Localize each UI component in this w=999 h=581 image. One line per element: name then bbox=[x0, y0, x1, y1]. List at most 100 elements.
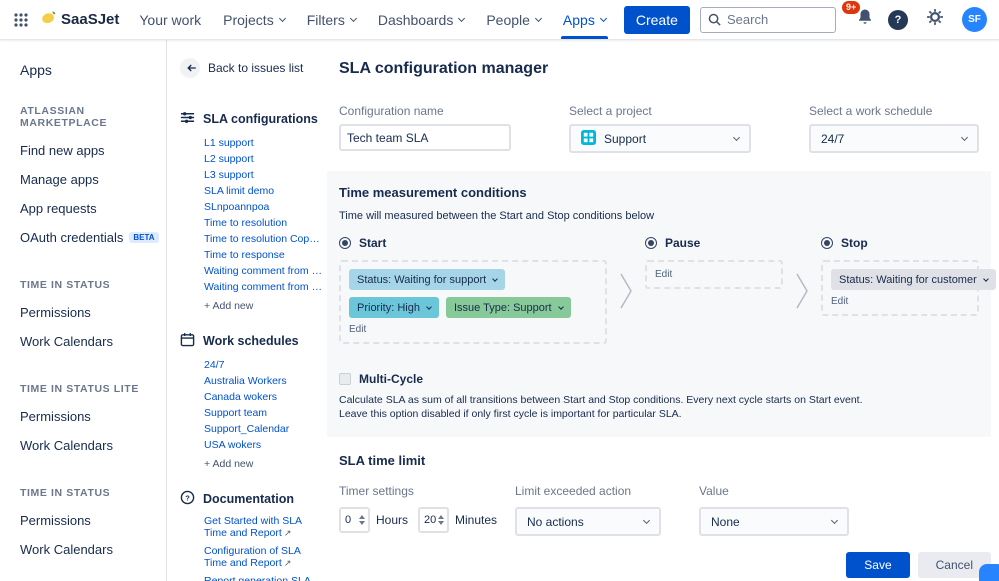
stop-edit-link[interactable]: Edit bbox=[831, 296, 969, 307]
conditions-title: Time measurement conditions bbox=[339, 185, 979, 200]
chevron-down-icon bbox=[733, 133, 740, 140]
sla-config-link[interactable]: L1 support bbox=[204, 135, 324, 151]
nav-people[interactable]: People bbox=[486, 0, 541, 39]
chevron-down-icon bbox=[350, 14, 357, 21]
add-new-work-schedule[interactable]: + Add new bbox=[204, 456, 327, 472]
sla-config-link[interactable]: SLnpoannpoa bbox=[204, 199, 324, 215]
external-link-icon: ↗ bbox=[284, 558, 292, 568]
stop-radio[interactable] bbox=[821, 237, 833, 249]
nav-projects[interactable]: Projects bbox=[223, 0, 285, 39]
add-new-sla-config[interactable]: + Add new bbox=[204, 298, 327, 314]
sidebar-item-app-requests[interactable]: App requests bbox=[20, 194, 158, 223]
back-to-issues[interactable]: Back to issues list bbox=[180, 58, 327, 78]
sla-config-link[interactable]: Waiting comment from Supp... bbox=[204, 279, 324, 295]
sla-config-link[interactable]: Time to resolution Copy - 1 bbox=[204, 231, 324, 247]
multi-cycle-section: Multi-Cycle Calculate SLA as sum of all … bbox=[339, 372, 979, 421]
sidebar-item-work-calendars[interactable]: Work Calendars bbox=[20, 535, 158, 564]
notifications-button[interactable]: 9+ bbox=[856, 8, 874, 31]
work-schedule-link[interactable]: Support_Calendar bbox=[204, 421, 324, 437]
avatar[interactable]: SF bbox=[962, 7, 987, 32]
notification-badge: 9+ bbox=[842, 1, 860, 14]
sidebar-item-find-new-apps[interactable]: Find new apps bbox=[20, 136, 158, 165]
primary-nav: Your work Projects Filters Dashboards Pe… bbox=[139, 0, 605, 39]
sidebar-item-permissions[interactable]: Permissions bbox=[20, 298, 158, 327]
start-radio[interactable] bbox=[339, 237, 351, 249]
sla-configurations-section: SLA configurations L1 support L2 support… bbox=[180, 110, 327, 314]
section-header-time-in-status-lite: TIME IN STATUS LITE bbox=[20, 383, 158, 395]
work-schedule-link[interactable]: Australia Workers bbox=[204, 373, 324, 389]
work-schedule-link[interactable]: Canada wokers bbox=[204, 389, 324, 405]
minutes-input[interactable]: 20 bbox=[418, 507, 449, 533]
doc-link[interactable]: Configuration of SLA Time and Report↗ bbox=[204, 545, 316, 569]
section-header-time-in-status: TIME IN STATUS bbox=[20, 487, 158, 499]
hours-input[interactable]: 0 bbox=[339, 507, 370, 533]
chevron-down-icon bbox=[492, 276, 498, 282]
chevron-down-icon bbox=[961, 133, 968, 140]
doc-link[interactable]: Get Started with SLA Time and Report↗ bbox=[204, 515, 316, 539]
section-header-marketplace: ATLASSIAN MARKETPLACE bbox=[20, 105, 158, 129]
condition-tag-status[interactable]: Status: Waiting for customer bbox=[831, 269, 996, 290]
question-icon: ? bbox=[895, 14, 902, 26]
floating-action-button[interactable] bbox=[979, 564, 999, 581]
sla-config-link[interactable]: Time to resolution bbox=[204, 215, 324, 231]
stop-conditions-box: Status: Waiting for customer Edit bbox=[821, 260, 979, 316]
stepper-icon[interactable] bbox=[438, 515, 447, 525]
value-select[interactable]: None bbox=[699, 507, 849, 536]
sidebar-item-permissions[interactable]: Permissions bbox=[20, 402, 158, 431]
work-schedule-link[interactable]: Support team bbox=[204, 405, 324, 421]
limit-exceeded-action-select[interactable]: No actions bbox=[515, 507, 661, 536]
arrow-right-icon bbox=[619, 272, 633, 315]
logo-text: SaaSJet bbox=[61, 11, 119, 28]
sidebar-item-permissions[interactable]: Permissions bbox=[20, 506, 158, 535]
sla-configuration-manager: SLA configuration manager Configuration … bbox=[327, 40, 999, 581]
doc-link[interactable]: Report generation SLA Time↗ bbox=[204, 575, 316, 581]
settings-button[interactable] bbox=[922, 7, 948, 33]
top-navigation-bar: SaaSJet Your work Projects Filters Dashb… bbox=[0, 0, 999, 40]
work-schedule-select[interactable]: 24/7 bbox=[809, 124, 979, 153]
back-arrow-icon[interactable] bbox=[180, 58, 200, 78]
pause-radio[interactable] bbox=[645, 237, 657, 249]
start-edit-link[interactable]: Edit bbox=[349, 324, 597, 335]
configuration-name-field: Configuration name bbox=[339, 104, 511, 153]
pause-conditions-box: Edit bbox=[645, 260, 783, 289]
create-button[interactable]: Create bbox=[624, 6, 690, 34]
project-select[interactable]: Support bbox=[569, 124, 751, 153]
multi-cycle-checkbox[interactable] bbox=[339, 373, 351, 385]
sla-config-link[interactable]: Waiting comment from Dev bbox=[204, 263, 324, 279]
condition-tag-priority[interactable]: Priority: High bbox=[349, 297, 439, 318]
save-button[interactable]: Save bbox=[846, 552, 909, 578]
nav-your-work[interactable]: Your work bbox=[139, 0, 201, 39]
condition-tag-status[interactable]: Status: Waiting for support bbox=[349, 269, 505, 290]
documentation-section: ? Documentation Get Started with SLA Tim… bbox=[180, 490, 327, 581]
start-conditions-box: Status: Waiting for support Priority: Hi… bbox=[339, 260, 607, 344]
pause-edit-link[interactable]: Edit bbox=[655, 269, 773, 280]
sla-config-link[interactable]: Time to response bbox=[204, 247, 324, 263]
app-switcher-icon[interactable] bbox=[8, 7, 34, 33]
project-avatar-icon bbox=[581, 130, 596, 148]
sla-config-link[interactable]: SLA limit demo bbox=[204, 183, 324, 199]
value-label: Value bbox=[699, 484, 991, 498]
beta-badge: BETA bbox=[129, 232, 158, 243]
lemon-icon bbox=[40, 9, 56, 30]
work-schedule-link[interactable]: USA wokers bbox=[204, 437, 324, 453]
sidebar-item-work-calendars[interactable]: Work Calendars bbox=[20, 431, 158, 460]
limit-exceeded-action-label: Limit exceeded action bbox=[515, 484, 699, 498]
saasjet-logo[interactable]: SaaSJet bbox=[40, 9, 119, 30]
nav-dashboards[interactable]: Dashboards bbox=[378, 0, 465, 39]
sidebar-item-work-calendars[interactable]: Work Calendars bbox=[20, 327, 158, 356]
help-button[interactable]: ? bbox=[888, 10, 908, 30]
chevron-down-icon bbox=[558, 304, 564, 310]
sla-config-link[interactable]: L2 support bbox=[204, 151, 324, 167]
nav-filters[interactable]: Filters bbox=[307, 0, 356, 39]
work-schedule-link[interactable]: 24/7 bbox=[204, 357, 324, 373]
configuration-name-input[interactable] bbox=[339, 124, 511, 151]
stepper-icon[interactable] bbox=[359, 515, 368, 525]
sidebar-item-manage-apps[interactable]: Manage apps bbox=[20, 165, 158, 194]
work-schedules-section: Work schedules 24/7 Australia Workers Ca… bbox=[180, 332, 327, 472]
chevron-down-icon bbox=[643, 517, 650, 524]
condition-tag-issue-type[interactable]: Issue Type: Support bbox=[446, 297, 571, 318]
sla-config-link[interactable]: L3 support bbox=[204, 167, 324, 183]
nav-apps[interactable]: Apps bbox=[563, 0, 606, 39]
sidebar-item-oauth-credentials[interactable]: OAuth credentials BETA bbox=[20, 223, 158, 252]
minutes-unit-label: Minutes bbox=[455, 513, 497, 527]
